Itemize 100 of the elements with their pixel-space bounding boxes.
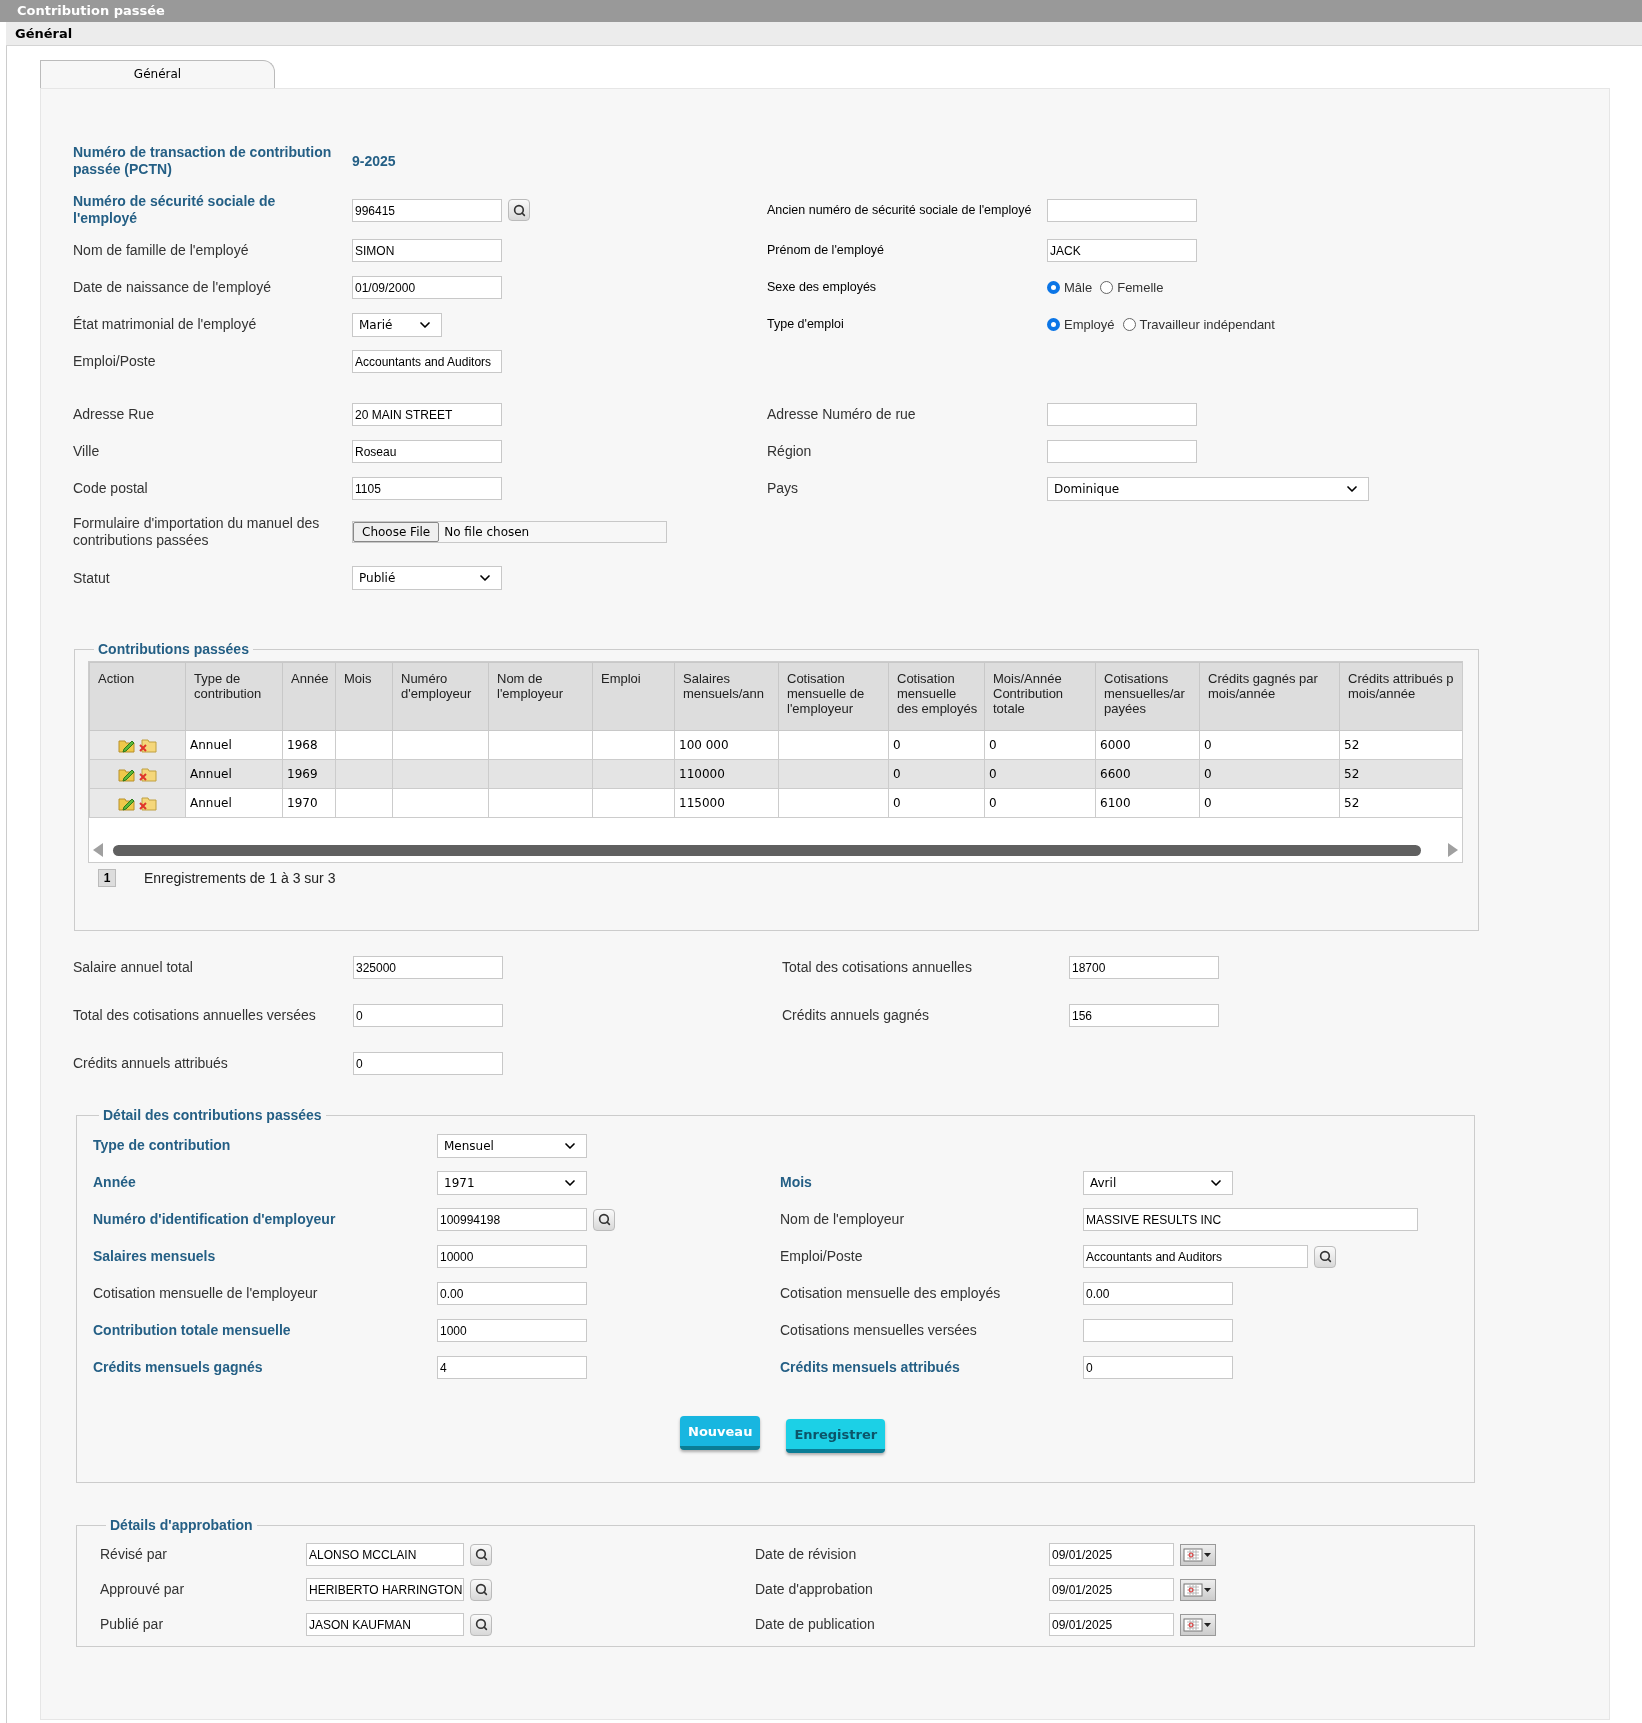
radio-option[interactable]: Femelle	[1100, 280, 1164, 295]
file-field[interactable]: Choose File No file chosen	[352, 521, 667, 543]
action-button[interactable]: Enregistrer	[786, 1419, 886, 1453]
field-label: Statut	[73, 569, 111, 587]
delete-button[interactable]	[139, 766, 157, 782]
section-title: Détail des contributions passées	[102, 1107, 323, 1123]
dropdown[interactable]: Marié	[352, 312, 442, 337]
input-field[interactable]: 1105	[352, 477, 502, 500]
dropdown[interactable]: Publié	[352, 566, 502, 590]
choose-file-button[interactable]: Choose File	[353, 522, 440, 542]
date-field[interactable]: 09/01/2025	[1049, 1543, 1174, 1566]
field-label: Salaire annuel total	[73, 958, 194, 976]
field-label: Pays	[767, 480, 800, 497]
calendar-button[interactable]	[1180, 1578, 1216, 1601]
input-field[interactable]: ALONSO MCCLAIN	[306, 1543, 464, 1566]
field-label: Cotisation mensuelle de l'employeur	[93, 1285, 319, 1302]
dropdown[interactable]: Avril	[1083, 1170, 1233, 1195]
input-field[interactable]	[1047, 198, 1197, 222]
field-label: Crédits mensuels gagnés	[93, 1359, 264, 1376]
input-field[interactable]: 10000	[437, 1245, 587, 1268]
edit-button[interactable]	[118, 766, 136, 782]
table-cell: 0	[888, 730, 985, 760]
input-field[interactable]	[1083, 1319, 1233, 1342]
field-label: Date d'approbation	[755, 1581, 874, 1598]
section-header: Général	[6, 22, 1642, 46]
column-header: Nom de l'employeur	[488, 662, 593, 731]
radio-option[interactable]: Mâle	[1047, 280, 1093, 295]
field-label: Ancien numéro de sécurité sociale de l'employé	[767, 202, 1033, 218]
table-cell: 52	[1339, 788, 1462, 818]
date-field[interactable]: 09/01/2025	[1049, 1613, 1174, 1636]
field-label: Adresse Numéro de rue	[767, 406, 917, 423]
search-button[interactable]	[1314, 1245, 1336, 1268]
input-field[interactable]: Roseau	[352, 440, 502, 463]
search-button[interactable]	[470, 1613, 492, 1636]
section-title: Détails d'approbation	[109, 1517, 254, 1533]
input-field[interactable]: 156	[1069, 1003, 1219, 1027]
radio-option[interactable]: Employé	[1047, 317, 1115, 332]
dropdown[interactable]: Dominique	[1047, 476, 1369, 501]
delete-button[interactable]	[139, 737, 157, 753]
search-icon	[474, 1583, 488, 1596]
tab[interactable]: Général	[40, 60, 275, 88]
dropdown[interactable]: Mensuel	[437, 1133, 587, 1158]
input-field[interactable]: Accountants and Auditors	[1083, 1245, 1308, 1268]
calendar-icon	[1183, 1582, 1213, 1597]
table-cell: Annuel	[185, 730, 283, 760]
input-field[interactable]: 0	[353, 1003, 503, 1027]
field-label: Numéro de sécurité sociale de l'employé	[73, 193, 277, 227]
input-field[interactable]: JACK	[1047, 239, 1197, 262]
calendar-button[interactable]	[1180, 1613, 1216, 1636]
search-button[interactable]	[470, 1578, 492, 1601]
column-header: Crédits gagnés par mois/année	[1199, 662, 1340, 731]
field-label: Date de naissance de l'employé	[73, 279, 273, 296]
input-field[interactable]: 20 MAIN STREET	[352, 403, 502, 426]
edit-button[interactable]	[118, 795, 136, 811]
column-header: Cotisation mensuelle des employés	[888, 662, 985, 731]
field-label: Région	[767, 443, 813, 460]
input-field[interactable]: 01/09/2000	[352, 276, 502, 299]
input-field[interactable]: 0.00	[1083, 1282, 1233, 1305]
edit-folder-icon	[118, 766, 136, 782]
input-field[interactable]: 1000	[437, 1319, 587, 1342]
input-field[interactable]: 325000	[353, 955, 503, 979]
delete-button[interactable]	[139, 795, 157, 811]
page-button[interactable]: 1	[98, 869, 116, 887]
file-status: No file chosen	[444, 525, 530, 539]
calendar-button[interactable]	[1180, 1543, 1216, 1566]
field-label: Nom de l'employeur	[780, 1211, 906, 1228]
column-header: Mois	[335, 662, 393, 731]
edit-folder-icon	[118, 795, 136, 811]
input-field[interactable]: 0	[353, 1051, 503, 1075]
calendar-icon	[1183, 1617, 1213, 1632]
column-header: Année	[282, 662, 336, 731]
input-field[interactable]: JASON KAUFMAN	[306, 1613, 464, 1636]
input-field[interactable]: MASSIVE RESULTS INC	[1083, 1208, 1418, 1231]
input-field[interactable]: Accountants and Auditors	[352, 350, 502, 373]
edit-button[interactable]	[118, 737, 136, 753]
field-label: Emploi/Poste	[780, 1248, 864, 1265]
input-field[interactable]: HERIBERTO HARRINGTON	[306, 1578, 464, 1601]
search-button[interactable]	[470, 1543, 492, 1566]
input-field[interactable]: 996415	[352, 198, 502, 222]
search-button[interactable]	[593, 1208, 615, 1231]
field-label: Code postal	[73, 480, 149, 497]
column-header: Action	[89, 662, 186, 731]
input-field[interactable]: SIMON	[352, 239, 502, 262]
input-field[interactable]: 100994198	[437, 1208, 587, 1231]
table-cell: 100 000	[674, 730, 779, 760]
input-field[interactable]	[1047, 403, 1197, 426]
column-header: Emploi	[592, 662, 675, 731]
search-button[interactable]	[508, 199, 530, 221]
dropdown[interactable]: 1971	[437, 1170, 587, 1195]
radio-option[interactable]: Travailleur indépendant	[1122, 317, 1275, 332]
table-cell: 0	[984, 759, 1096, 789]
input-field[interactable]: 4	[437, 1356, 587, 1379]
date-field[interactable]: 09/01/2025	[1049, 1578, 1174, 1601]
input-field[interactable]: 18700	[1069, 955, 1219, 979]
input-field[interactable]: 0.00	[437, 1282, 587, 1305]
field-label: Crédits mensuels attribués	[780, 1359, 961, 1376]
input-field[interactable]: 0	[1083, 1356, 1233, 1379]
search-icon	[474, 1618, 488, 1631]
input-field[interactable]	[1047, 440, 1197, 463]
table-cell: 110000	[674, 759, 779, 789]
